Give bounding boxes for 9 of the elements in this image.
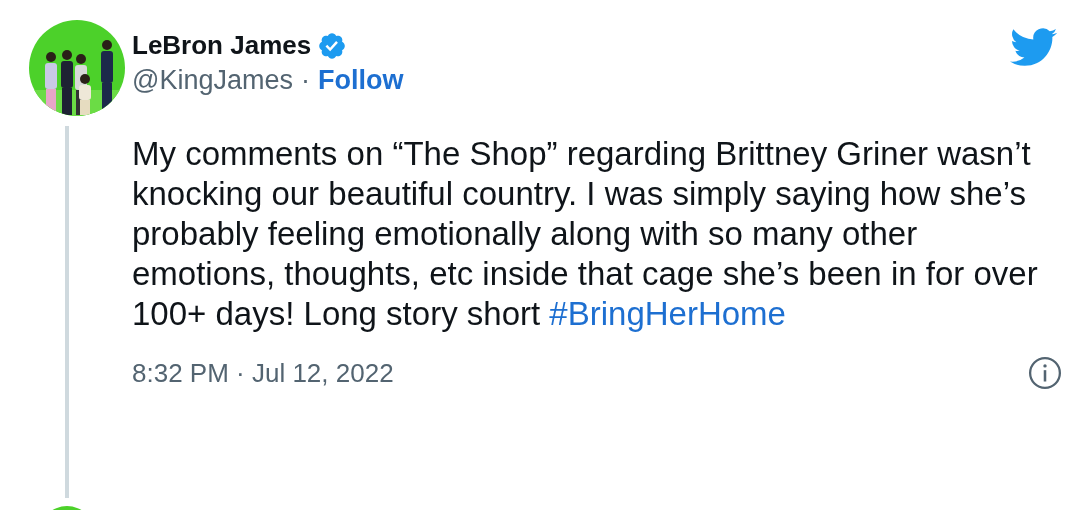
follow-link[interactable]: Follow bbox=[318, 65, 404, 96]
author-handle[interactable]: @KingJames bbox=[132, 65, 293, 96]
bird-logo-icon[interactable] bbox=[1010, 28, 1058, 68]
separator: · bbox=[301, 65, 310, 96]
timestamp[interactable]: 8:32 PM · Jul 12, 2022 bbox=[132, 357, 394, 389]
hashtag-link[interactable]: #BringHerHome bbox=[549, 295, 786, 332]
tweet-text: My comments on “The Shop” regarding Brittney Griner wasn’t knocking our beautiful country. I was simply saying how she’s probably feeling emotionally along with so many other emotions, thoughts, etc inside that cage she’s been in for over 100+ days! Long story short #BringHerHome bbox=[132, 134, 1039, 334]
info-icon[interactable] bbox=[1028, 356, 1062, 390]
author-name[interactable]: LeBron James bbox=[132, 30, 312, 61]
